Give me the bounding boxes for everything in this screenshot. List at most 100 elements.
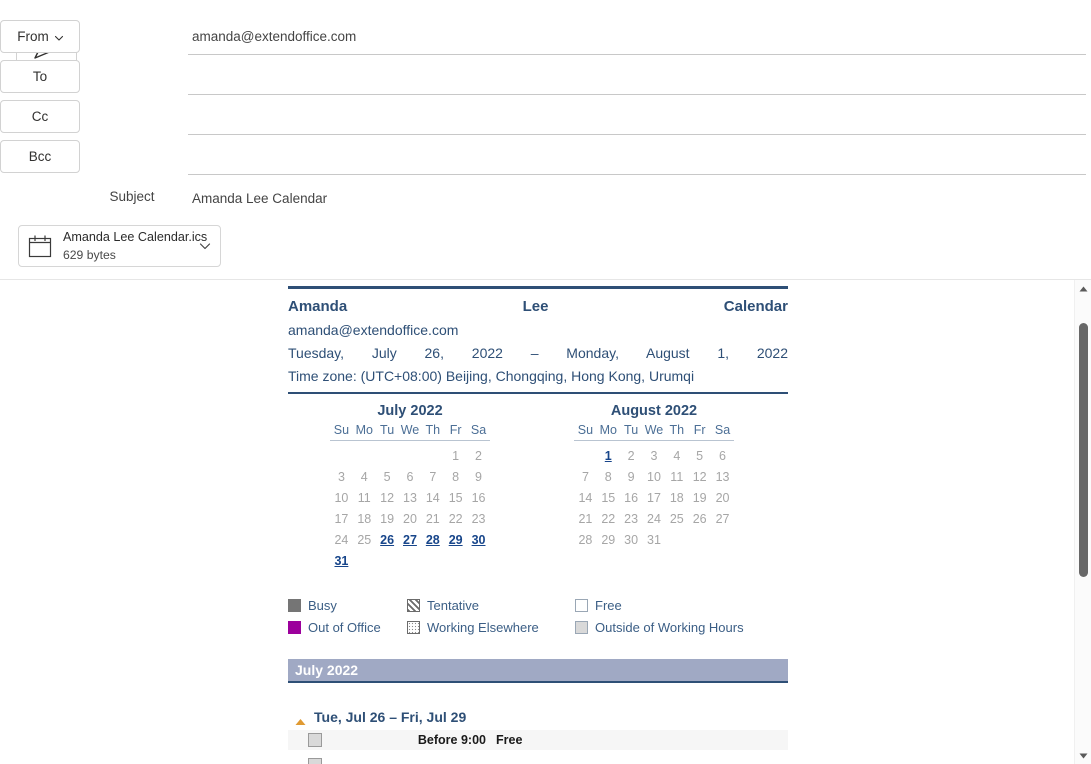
day-cell[interactable]: 27 xyxy=(399,529,422,550)
day-cell[interactable]: 2 xyxy=(620,441,643,467)
day-cell[interactable]: 13 xyxy=(399,487,422,508)
day-cell[interactable]: 16 xyxy=(620,487,643,508)
day-cell[interactable]: 18 xyxy=(665,487,688,508)
day-cell[interactable]: 6 xyxy=(711,441,734,467)
day-cell[interactable]: 4 xyxy=(353,466,376,487)
day-cell[interactable]: 1 xyxy=(444,441,467,467)
date-range: Tuesday, July 26, 2022 – Monday, August … xyxy=(288,345,788,361)
bcc-button[interactable]: Bcc xyxy=(0,140,80,173)
triangle-up-icon[interactable] xyxy=(295,713,306,725)
day-cell[interactable]: 11 xyxy=(353,487,376,508)
day-cell[interactable]: 3 xyxy=(643,441,666,467)
day-cell-empty xyxy=(353,441,376,467)
day-cell[interactable]: 7 xyxy=(421,466,444,487)
day-cell[interactable]: 8 xyxy=(444,466,467,487)
day-cell[interactable]: 6 xyxy=(399,466,422,487)
day-cell-empty xyxy=(467,550,490,571)
day-cell[interactable]: 15 xyxy=(597,487,620,508)
day-cell-empty xyxy=(688,529,711,550)
day-cell[interactable]: 4 xyxy=(665,441,688,467)
chevron-down-icon[interactable] xyxy=(198,239,212,253)
day-cell[interactable]: 30 xyxy=(620,529,643,550)
day-cell[interactable]: 25 xyxy=(665,508,688,529)
day-cell[interactable]: 24 xyxy=(330,529,353,550)
free-busy-row[interactable] xyxy=(288,755,788,764)
status-legend: Busy Tentative Free Out of Office Working El… xyxy=(288,594,788,638)
message-body-pane: Amanda Lee Calendar amanda@extendoffice.… xyxy=(0,280,1091,764)
day-cell[interactable]: 31 xyxy=(643,529,666,550)
day-cell[interactable]: 27 xyxy=(711,508,734,529)
day-cell-empty xyxy=(376,441,399,467)
day-cell[interactable]: 23 xyxy=(620,508,643,529)
free-busy-row[interactable]: Before 9:00 Free xyxy=(288,730,788,750)
scroll-down-button[interactable] xyxy=(1075,747,1091,764)
day-cell-empty xyxy=(353,550,376,571)
day-cell[interactable]: 8 xyxy=(597,466,620,487)
day-cell[interactable]: 5 xyxy=(376,466,399,487)
day-cell[interactable]: 29 xyxy=(597,529,620,550)
day-group-header[interactable]: Tue, Jul 26 – Fri, Jul 29 xyxy=(288,709,788,725)
day-cell[interactable]: 23 xyxy=(467,508,490,529)
day-cell[interactable]: 19 xyxy=(376,508,399,529)
weekday-header: Mo xyxy=(596,422,620,441)
day-cell[interactable]: 26 xyxy=(688,508,711,529)
vertical-scrollbar[interactable] xyxy=(1074,280,1091,764)
day-cell[interactable]: 13 xyxy=(711,466,734,487)
scroll-thumb[interactable] xyxy=(1079,323,1088,577)
day-cell[interactable]: 22 xyxy=(444,508,467,529)
day-cell[interactable]: 25 xyxy=(353,529,376,550)
day-cell[interactable]: 19 xyxy=(688,487,711,508)
weekday-header: Tu xyxy=(619,422,643,441)
legend-item: Outside of Working Hours xyxy=(575,616,788,638)
day-cell[interactable]: 21 xyxy=(421,508,444,529)
legend-swatch-icon xyxy=(575,598,588,612)
cc-input[interactable] xyxy=(188,100,1068,133)
day-cell[interactable]: 28 xyxy=(421,529,444,550)
subject-input[interactable]: Amanda Lee Calendar xyxy=(188,182,1068,215)
to-input[interactable] xyxy=(188,60,1068,93)
day-cell[interactable]: 16 xyxy=(467,487,490,508)
attachment-chip[interactable]: Amanda Lee Calendar.ics 629 bytes xyxy=(18,225,221,267)
day-cell-empty xyxy=(444,550,467,571)
day-cell[interactable]: 20 xyxy=(711,487,734,508)
day-cell[interactable]: 18 xyxy=(353,508,376,529)
day-cell[interactable]: 15 xyxy=(444,487,467,508)
day-cell[interactable]: 12 xyxy=(688,466,711,487)
day-cell[interactable]: 7 xyxy=(574,466,597,487)
bcc-input[interactable] xyxy=(188,140,1068,173)
month-week-row: 123456 xyxy=(574,441,734,467)
weekday-header-row: Su Mo Tu We Th Fr Sa xyxy=(330,422,490,441)
day-cell[interactable]: 1 xyxy=(597,441,620,467)
day-cell[interactable]: 30 xyxy=(467,529,490,550)
from-button[interactable]: From xyxy=(0,20,80,53)
day-cell[interactable]: 5 xyxy=(688,441,711,467)
legend-item: Tentative xyxy=(407,594,575,616)
day-cell[interactable]: 11 xyxy=(665,466,688,487)
day-cell[interactable]: 14 xyxy=(421,487,444,508)
day-cell[interactable]: 24 xyxy=(643,508,666,529)
day-cell[interactable]: 10 xyxy=(643,466,666,487)
day-cell[interactable]: 26 xyxy=(376,529,399,550)
day-cell[interactable]: 31 xyxy=(330,550,353,571)
day-cell[interactable]: 17 xyxy=(330,508,353,529)
day-cell[interactable]: 28 xyxy=(574,529,597,550)
bcc-label: Bcc xyxy=(28,149,52,164)
to-button[interactable]: To xyxy=(0,60,80,93)
day-cell[interactable]: 17 xyxy=(643,487,666,508)
month-grid: Su Mo Tu We Th Fr Sa 1 2 3 4 5 6 7 8 9 10 11 12 13 14 15 16 17… xyxy=(330,422,490,571)
day-cell[interactable]: 3 xyxy=(330,466,353,487)
day-cell[interactable]: 9 xyxy=(467,466,490,487)
day-cell[interactable]: 22 xyxy=(597,508,620,529)
day-cell[interactable]: 12 xyxy=(376,487,399,508)
scroll-up-button[interactable] xyxy=(1075,280,1091,297)
day-cell[interactable]: 2 xyxy=(467,441,490,467)
from-value[interactable]: amanda@extendoffice.com xyxy=(188,20,1068,53)
day-cell[interactable]: 20 xyxy=(399,508,422,529)
day-cell[interactable]: 21 xyxy=(574,508,597,529)
day-cell[interactable]: 29 xyxy=(444,529,467,550)
day-cell[interactable]: 14 xyxy=(574,487,597,508)
legend-swatch-icon xyxy=(288,620,301,634)
day-cell[interactable]: 9 xyxy=(620,466,643,487)
cc-button[interactable]: Cc xyxy=(0,100,80,133)
day-cell[interactable]: 10 xyxy=(330,487,353,508)
